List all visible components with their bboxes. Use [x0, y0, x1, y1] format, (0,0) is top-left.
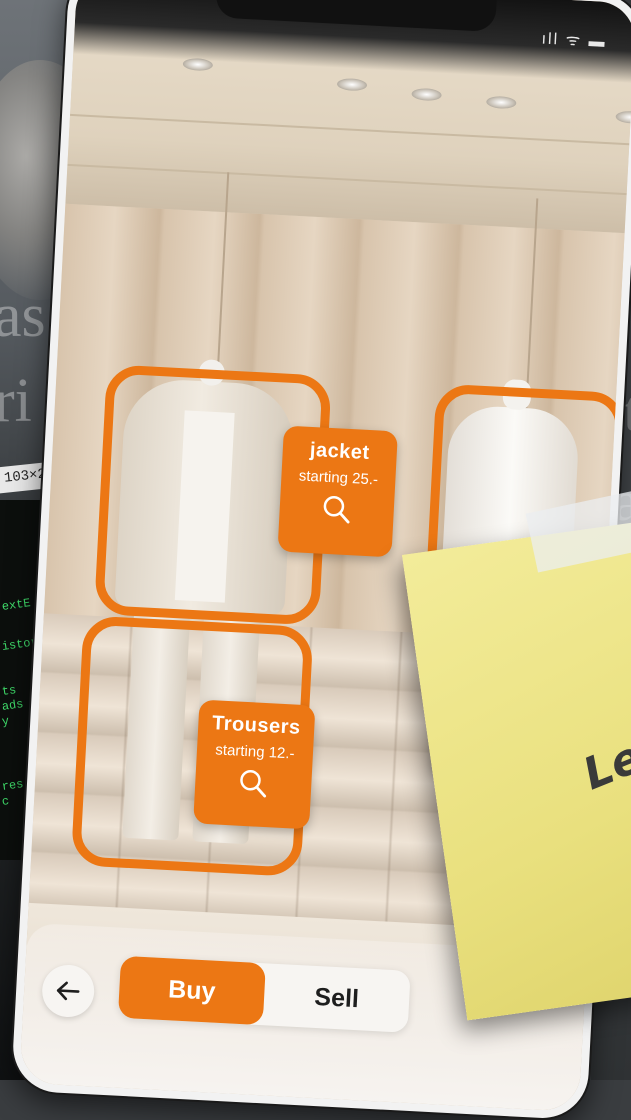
code-line: ts — [1, 683, 18, 699]
item-price: starting 25.- — [298, 467, 379, 489]
buy-button[interactable]: Buy — [117, 955, 266, 1026]
sticky-note-text: Let — [576, 723, 631, 801]
bg-text-fragment: t — [623, 380, 631, 444]
code-line: res — [1, 777, 25, 794]
back-button[interactable] — [40, 963, 96, 1019]
magnifier-icon[interactable] — [238, 768, 270, 800]
bg-text-fragment: ri — [0, 367, 32, 435]
code-line: extE — [1, 596, 32, 614]
item-name: jacket — [309, 438, 371, 465]
ceiling-spotlight — [336, 77, 368, 92]
ceiling-spotlight — [615, 110, 631, 125]
item-tag-jacket[interactable]: jacket starting 25.- — [277, 425, 398, 558]
item-tag-trousers[interactable]: Trousers starting 12.- — [193, 699, 316, 830]
code-line: ads — [1, 697, 25, 714]
status-icons: ıll ᯤ ▬ — [541, 30, 608, 51]
item-name: Trousers — [211, 712, 302, 739]
ceiling-spotlight — [411, 87, 442, 102]
magnifier-icon[interactable] — [321, 494, 353, 526]
code-line: c — [1, 794, 11, 809]
arrow-left-icon — [56, 981, 80, 1001]
ceiling-spotlight — [485, 95, 517, 110]
code-line: y — [1, 714, 11, 729]
bg-text-fragment: as — [0, 282, 46, 350]
item-price: starting 12.- — [214, 741, 295, 763]
sell-button[interactable]: Sell — [263, 963, 411, 1033]
